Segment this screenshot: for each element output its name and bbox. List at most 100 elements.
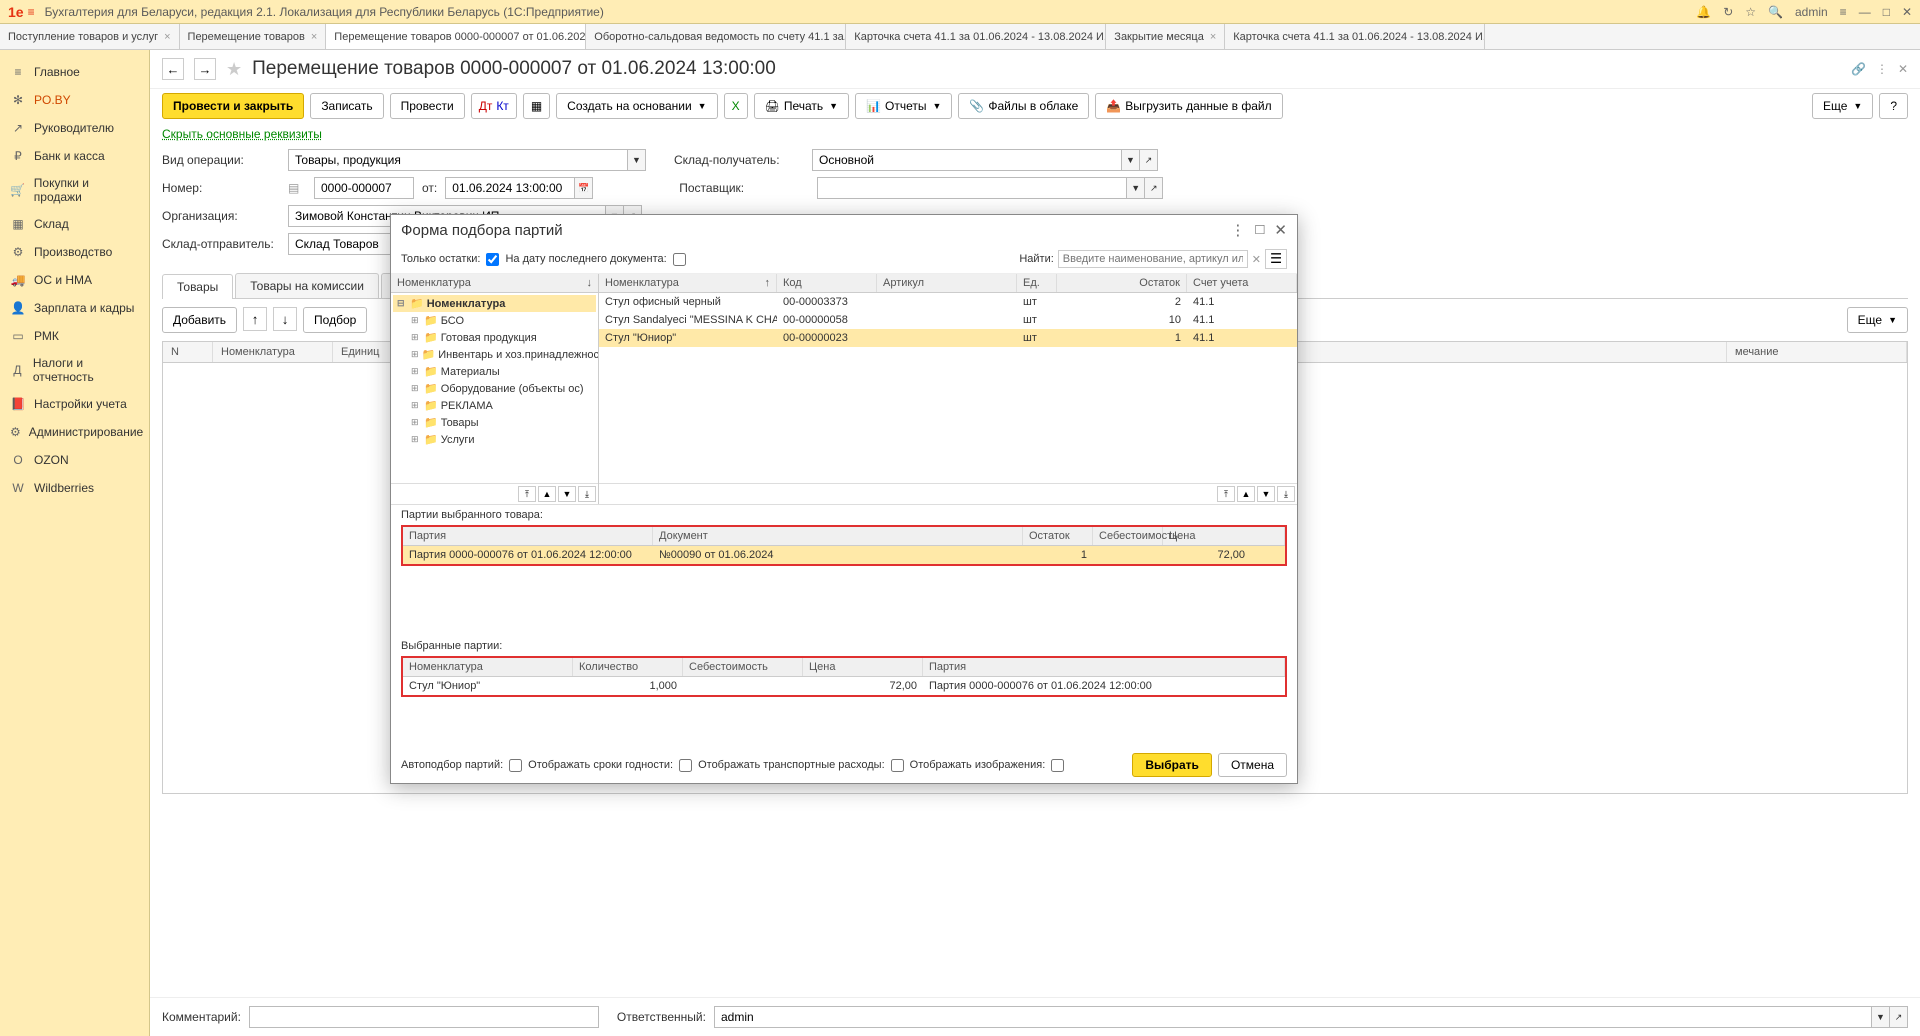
date-field[interactable] [445,177,575,199]
list-row[interactable]: Стул офисный черный00-00003373шт241.1 [599,293,1297,311]
list-col-nom[interactable]: Номенклатура ↑ [599,274,777,292]
export-button[interactable]: 📤 Выгрузить данные в файл [1095,93,1282,119]
resp-field[interactable] [714,1006,1872,1028]
list-top-icon[interactable]: ⤒ [1217,486,1235,502]
shelf-checkbox[interactable] [679,759,692,772]
help-button[interactable]: ? [1879,93,1908,119]
sort-icon[interactable]: ↓ [587,277,593,289]
sub-tab[interactable]: Товары [162,274,233,299]
modal-maximize-icon[interactable]: □ [1255,221,1264,239]
cancel-button[interactable]: Отмена [1218,753,1287,777]
tab[interactable]: Карточка счета 41.1 за 01.06.2024 - 13.0… [1225,24,1485,49]
dropdown-icon[interactable]: ▼ [1122,149,1140,171]
minimize-icon[interactable]: — [1859,5,1871,19]
comment-field[interactable] [249,1006,599,1028]
number-field[interactable] [314,177,414,199]
expand-icon[interactable]: ⊞ [411,417,421,428]
sidebar-item[interactable]: ▦Склад [0,210,149,238]
tree-item[interactable]: ⊞📁Услуги [393,431,596,448]
expand-icon[interactable]: ⊞ [411,366,421,377]
star-icon[interactable]: ☆ [1745,5,1756,19]
sidebar-item[interactable]: 🛒Покупки и продажи [0,170,149,210]
batch-col-bal[interactable]: Остаток [1023,527,1093,545]
col-nom[interactable]: Номенклатура [213,342,333,362]
list-col-art[interactable]: Артикул [877,274,1017,292]
expand-icon[interactable]: ⊞ [411,349,419,360]
list-down-icon[interactable]: ▼ [1257,486,1275,502]
list-row[interactable]: Стул "Юниор"00-00000023шт141.1 [599,329,1297,347]
print-button[interactable]: 🖨 Печать▼ [754,93,849,119]
clear-search-icon[interactable]: ✕ [1252,253,1261,266]
sidebar-item[interactable]: ↗Руководителю [0,114,149,142]
selected-row[interactable]: Стул "Юниор" 1,000 72,00 Партия 0000-000… [403,677,1285,695]
expand-icon[interactable]: ⊞ [411,315,421,326]
sidebar-item[interactable]: ✻PO.BY [0,86,149,114]
batch-col-cost[interactable]: Себестоимость [1093,527,1163,545]
tree-up-icon[interactable]: ▲ [538,486,556,502]
move-down-icon[interactable]: ↓ [273,307,297,331]
open-icon[interactable]: ↗ [1145,177,1163,199]
close-tab-icon[interactable]: × [311,31,317,43]
post-button[interactable]: Провести [390,93,465,119]
expand-icon[interactable]: ⊞ [411,434,421,445]
more-button[interactable]: Еще▼ [1812,93,1873,119]
tree-item[interactable]: ⊞📁Оборудование (объекты ос) [393,380,596,397]
sidebar-item[interactable]: 🚚ОС и НМА [0,266,149,294]
sidebar-item[interactable]: ▭РМК [0,322,149,350]
images-checkbox[interactable] [1051,759,1064,772]
list-row[interactable]: Стул Sandalyeci "MESSINA K CHAIR"00-0000… [599,311,1297,329]
sidebar-item[interactable]: ≡Главное [0,58,149,86]
batch-col-doc[interactable]: Документ [653,527,1023,545]
dtkt-icon[interactable]: ДтКт [471,93,517,119]
open-icon[interactable]: ↗ [1140,149,1158,171]
sel-col-price[interactable]: Цена [803,658,923,676]
reports-button[interactable]: 📊 Отчеты▼ [855,93,952,119]
list-up-icon[interactable]: ▲ [1237,486,1255,502]
tab[interactable]: Оборотно-сальдовая ведомость по счету 41… [586,24,846,49]
list-col-acct[interactable]: Счет учета [1187,274,1297,292]
only-balance-checkbox[interactable] [486,253,499,266]
tree-head[interactable]: Номенклатура [397,277,471,289]
expand-icon[interactable]: ⊞ [411,383,421,394]
tree-item[interactable]: ⊟📁Номенклатура [393,295,596,312]
op-type-field[interactable] [288,149,628,171]
on-date-checkbox[interactable] [673,253,686,266]
list-col-unit[interactable]: Ед. [1017,274,1057,292]
tab[interactable]: Поступление товаров и услуг× [0,24,180,49]
sender-warehouse-field[interactable] [288,233,398,255]
batch-row[interactable]: Партия 0000-000076 от 01.06.2024 12:00:0… [403,546,1285,564]
sub-tab[interactable]: Товары на комиссии [235,273,379,298]
close-doc-icon[interactable]: ✕ [1898,62,1908,76]
create-based-button[interactable]: Создать на основании▼ [556,93,717,119]
sidebar-item[interactable]: ⚙Производство [0,238,149,266]
sel-col-batch[interactable]: Партия [923,658,1285,676]
pick-button[interactable]: Подбор [303,307,367,333]
tree-item[interactable]: ⊞📁РЕКЛАМА [393,397,596,414]
calendar-icon[interactable]: 📅 [575,177,593,199]
excel-icon[interactable]: X [724,93,748,119]
link-icon[interactable]: 🔗 [1851,62,1866,76]
tab[interactable]: Перемещение товаров× [180,24,327,49]
tree-down-icon[interactable]: ▼ [558,486,576,502]
register-icon[interactable]: ▦ [523,93,550,119]
col-note[interactable]: мечание [1727,342,1907,362]
expand-icon[interactable]: ⊟ [397,298,407,309]
tree-top-icon[interactable]: ⤒ [518,486,536,502]
list-bottom-icon[interactable]: ⤓ [1277,486,1295,502]
expand-icon[interactable]: ⊞ [411,332,421,343]
sidebar-item[interactable]: 📕Настройки учета [0,390,149,418]
user-label[interactable]: admin [1795,5,1828,19]
sidebar-item[interactable]: WWildberries [0,474,149,502]
forward-button[interactable]: → [194,58,216,80]
bell-icon[interactable]: 🔔 [1696,5,1711,19]
tab[interactable]: Закрытие месяца× [1106,24,1225,49]
sel-col-nom[interactable]: Номенклатура [403,658,573,676]
modal-close-icon[interactable]: ✕ [1274,221,1287,239]
close-app-icon[interactable]: ✕ [1902,5,1912,19]
sidebar-item[interactable]: ДНалоги и отчетность [0,350,149,390]
history-icon[interactable]: ↻ [1723,5,1733,19]
search-input[interactable] [1058,250,1248,268]
add-row-button[interactable]: Добавить [162,307,237,333]
settings-icon[interactable]: ≡ [1840,5,1847,19]
batch-col-price[interactable]: Цена [1163,527,1285,545]
